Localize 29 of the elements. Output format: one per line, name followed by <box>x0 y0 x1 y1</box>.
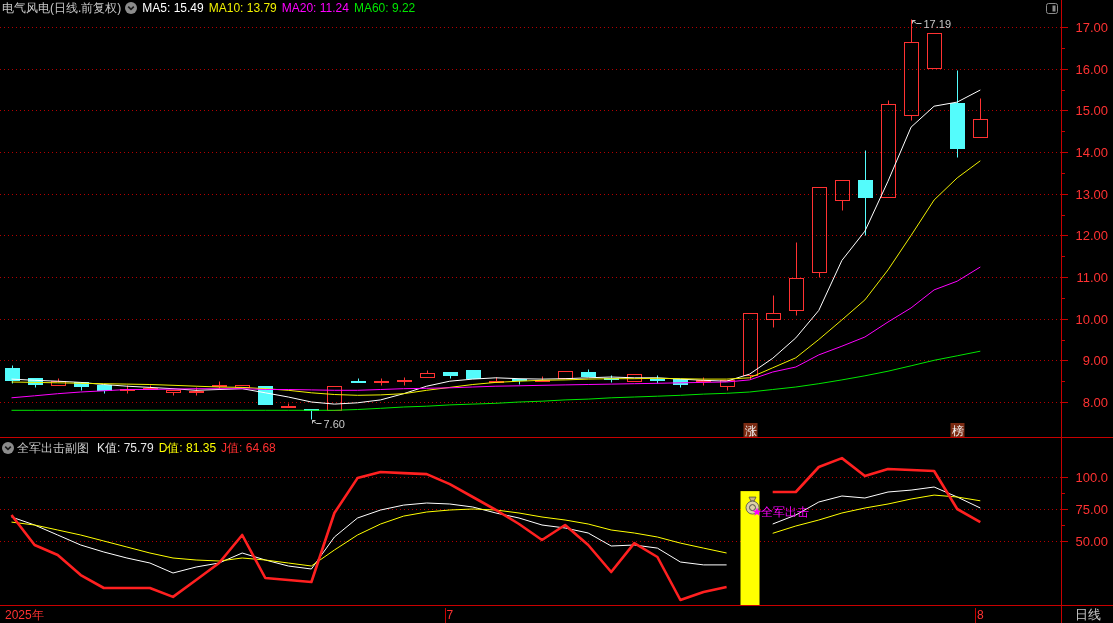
x-axis-label: 8 <box>976 608 984 622</box>
x-axis-label: 7 <box>446 608 454 622</box>
ma-legend: MA60: 9.22 <box>353 1 416 15</box>
axis-label: 50.00 <box>1075 534 1108 549</box>
x-axis-label: 2025年 <box>5 608 44 622</box>
ma-legend: MA20: 11.24 <box>281 1 349 15</box>
axis-label: 10.00 <box>1075 312 1108 327</box>
axis-label: 8.00 <box>1082 395 1108 410</box>
axis-label: 14.00 <box>1075 145 1108 160</box>
axis-label: 11.00 <box>1076 270 1108 285</box>
chart-tag: 榜 <box>950 423 965 437</box>
indicator-title: 全军出击副图 <box>17 439 89 457</box>
axis-label: 75.00 <box>1075 502 1108 517</box>
axis-label: 9.00 <box>1082 353 1108 368</box>
axis-label: 15.00 <box>1075 103 1108 118</box>
price-label: 17.19 <box>923 17 952 30</box>
stock-title: 电气风电(日线.前复权) <box>2 0 122 17</box>
price-label: 7.60 <box>323 417 345 430</box>
axis-label: 100.0 <box>1075 470 1108 485</box>
indicator-legend: D值: 81.35 <box>158 439 217 457</box>
axis-label: 17.00 <box>1075 20 1108 35</box>
axis-label: 13.00 <box>1075 187 1108 202</box>
indicator-legend: J值: 64.68 <box>221 439 276 457</box>
chart-tag: 涨 <box>743 423 758 437</box>
axis-label: 12.00 <box>1075 228 1108 243</box>
ma-legend: MA5: 15.49 <box>142 1 204 15</box>
indicator-legend: K值: 75.79 <box>97 439 154 457</box>
ma-legend: MA10: 13.79 <box>208 1 277 15</box>
axis-label: 16.00 <box>1075 62 1108 77</box>
